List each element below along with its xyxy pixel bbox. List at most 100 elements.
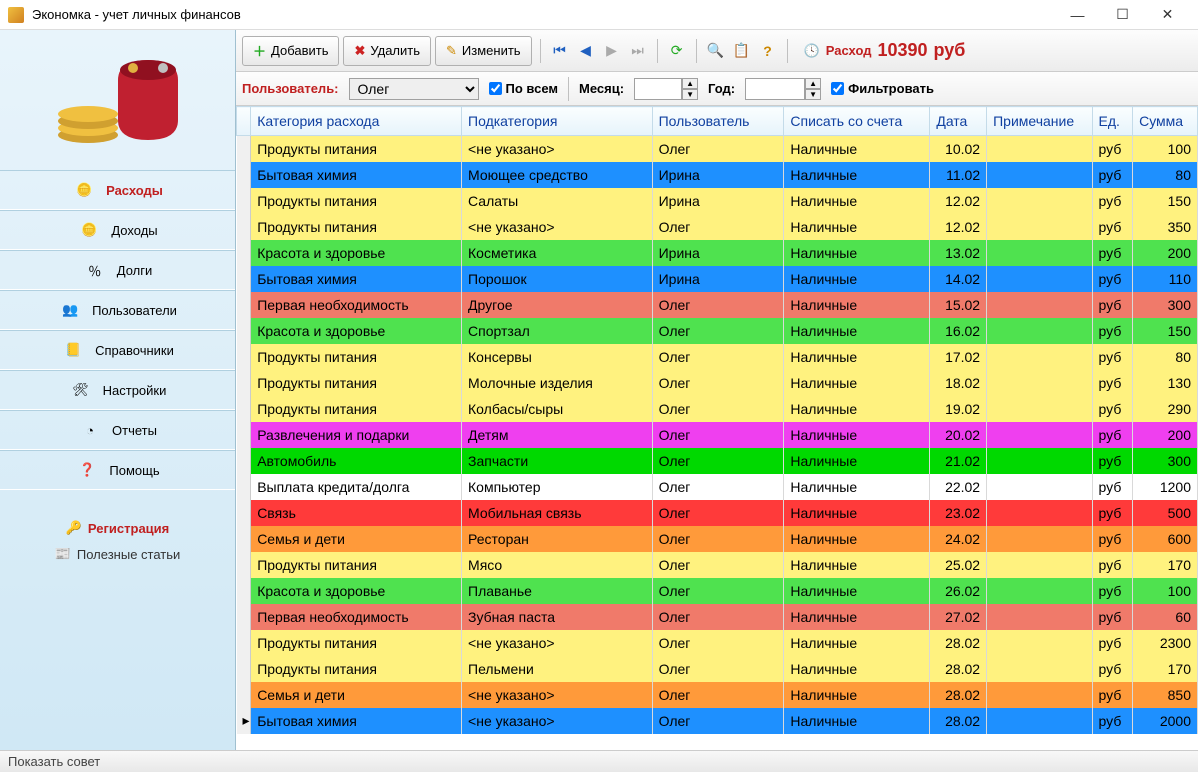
nav-first-button[interactable]: ⏮ (549, 40, 571, 62)
sidebar-item-4[interactable]: 📒Справочники (0, 330, 235, 370)
table-row[interactable]: ▸Бытовая химия<не указано>ОлегНаличные28… (237, 708, 1198, 734)
col-sub[interactable]: Подкатегория (462, 107, 653, 136)
row-marker (237, 318, 251, 344)
sidebar-item-5[interactable]: 🛠Настройки (0, 370, 235, 410)
cell-unit: руб (1092, 604, 1133, 630)
cell-user: Олег (652, 526, 784, 552)
help-icon-button[interactable]: ? (757, 40, 779, 62)
cell-user: Ирина (652, 266, 784, 292)
year-up[interactable]: ▲ (805, 78, 821, 89)
col-date[interactable]: Дата (930, 107, 987, 136)
add-button[interactable]: ＋Добавить (242, 36, 339, 66)
cell-sum: 80 (1133, 344, 1198, 370)
key-icon: 🔑 (66, 520, 82, 536)
user-select[interactable]: Олег (349, 78, 479, 100)
table-row[interactable]: Продукты питанияКолбасы/сырыОлегНаличные… (237, 396, 1198, 422)
table-row[interactable]: Продукты питания<не указано>ОлегНаличные… (237, 136, 1198, 162)
nav-prev-button[interactable]: ◀ (575, 40, 597, 62)
month-down[interactable]: ▼ (682, 89, 698, 100)
all-users-checkbox[interactable]: По всем (489, 81, 558, 96)
registration-link[interactable]: 🔑 Регистрация (66, 520, 170, 536)
sidebar-item-7[interactable]: ❓Помощь (0, 450, 235, 490)
cell-user: Олег (652, 344, 784, 370)
col-sum[interactable]: Сумма (1133, 107, 1198, 136)
cell-date: 13.02 (930, 240, 987, 266)
table-row[interactable]: Красота и здоровьеКосметикаИринаНаличные… (237, 240, 1198, 266)
cell-unit: руб (1092, 422, 1133, 448)
cell-sub: Колбасы/сыры (462, 396, 653, 422)
month-label: Месяц: (579, 81, 624, 96)
sidebar-item-2[interactable]: ％Долги (0, 250, 235, 290)
sidebar-item-0[interactable]: 🪙Расходы (0, 170, 235, 210)
month-up[interactable]: ▲ (682, 78, 698, 89)
cell-sum: 2000 (1133, 708, 1198, 734)
year-down[interactable]: ▼ (805, 89, 821, 100)
maximize-button[interactable]: ☐ (1100, 1, 1145, 29)
cell-user: Олег (652, 370, 784, 396)
col-user[interactable]: Пользователь (652, 107, 784, 136)
row-marker (237, 162, 251, 188)
table-row[interactable]: Продукты питания<не указано>ОлегНаличные… (237, 630, 1198, 656)
cell-date: 19.02 (930, 396, 987, 422)
table-row[interactable]: Семья и дети<не указано>ОлегНаличные28.0… (237, 682, 1198, 708)
col-note[interactable]: Примечание (987, 107, 1092, 136)
table-row[interactable]: Красота и здоровьеПлаваньеОлегНаличные26… (237, 578, 1198, 604)
cell-sum: 150 (1133, 188, 1198, 214)
cell-sub: Порошок (462, 266, 653, 292)
cell-category: Продукты питания (251, 656, 462, 682)
table-row[interactable]: Продукты питанияПельмениОлегНаличные28.0… (237, 656, 1198, 682)
app-logo (0, 30, 235, 170)
sidebar-item-3[interactable]: 👥Пользователи (0, 290, 235, 330)
articles-link[interactable]: 📰 Полезные статьи (55, 546, 181, 562)
refresh-button[interactable]: ⟳ (666, 40, 688, 62)
cell-account: Наличные (784, 708, 930, 734)
table-row[interactable]: Продукты питанияКонсервыОлегНаличные17.0… (237, 344, 1198, 370)
sidebar-item-1[interactable]: 🪙Доходы (0, 210, 235, 250)
minimize-button[interactable]: — (1055, 1, 1100, 29)
close-button[interactable]: ✕ (1145, 1, 1190, 29)
cell-sum: 850 (1133, 682, 1198, 708)
col-unit[interactable]: Ед. (1092, 107, 1133, 136)
cell-date: 27.02 (930, 604, 987, 630)
cell-category: Семья и дети (251, 682, 462, 708)
sidebar: 🪙Расходы🪙Доходы％Долги👥Пользователи📒Справ… (0, 30, 236, 750)
search-button[interactable]: 🔍 (705, 40, 727, 62)
table-row[interactable]: Семья и детиРесторанОлегНаличные24.02руб… (237, 526, 1198, 552)
row-marker (237, 604, 251, 630)
table-row[interactable]: Развлечения и подаркиДетямОлегНаличные20… (237, 422, 1198, 448)
delete-button[interactable]: ✖Удалить (343, 36, 431, 66)
cell-sum: 2300 (1133, 630, 1198, 656)
year-input[interactable] (745, 78, 805, 100)
col-category[interactable]: Категория расхода (251, 107, 462, 136)
cell-sub: <не указано> (462, 682, 653, 708)
col-marker[interactable] (237, 107, 251, 136)
sidebar-item-6[interactable]: ◔Отчеты (0, 410, 235, 450)
row-marker (237, 370, 251, 396)
edit-button[interactable]: ✎Изменить (435, 36, 532, 66)
cell-user: Олег (652, 500, 784, 526)
table-row[interactable]: Продукты питания<не указано>ОлегНаличные… (237, 214, 1198, 240)
table-row[interactable]: СвязьМобильная связьОлегНаличные23.02руб… (237, 500, 1198, 526)
table-row[interactable]: Продукты питанияМолочные изделияОлегНали… (237, 370, 1198, 396)
app-icon (8, 7, 24, 23)
table-row[interactable]: Продукты питанияСалатыИринаНаличные12.02… (237, 188, 1198, 214)
nav-next-button[interactable]: ▶ (601, 40, 623, 62)
month-input[interactable] (634, 78, 682, 100)
cell-category: Продукты питания (251, 214, 462, 240)
nav-last-button[interactable]: ⏭ (627, 40, 649, 62)
table-row[interactable]: Продукты питанияМясоОлегНаличные25.02руб… (237, 552, 1198, 578)
articles-label: Полезные статьи (77, 547, 180, 562)
table-row[interactable]: Первая необходимостьДругоеОлегНаличные15… (237, 292, 1198, 318)
table-row[interactable]: АвтомобильЗапчастиОлегНаличные21.02руб30… (237, 448, 1198, 474)
expense-table-wrap[interactable]: Категория расхода Подкатегория Пользоват… (236, 106, 1198, 750)
table-row[interactable]: Выплата кредита/долгаКомпьютерОлегНаличн… (237, 474, 1198, 500)
col-account[interactable]: Списать со счета (784, 107, 930, 136)
cell-sub: Компьютер (462, 474, 653, 500)
copy-button[interactable]: 📋 (731, 40, 753, 62)
filter-checkbox[interactable]: Фильтровать (831, 81, 934, 96)
table-row[interactable]: Красота и здоровьеСпортзалОлегНаличные16… (237, 318, 1198, 344)
table-row[interactable]: Первая необходимостьЗубная пастаОлегНали… (237, 604, 1198, 630)
table-row[interactable]: Бытовая химияПорошокИринаНаличные14.02ру… (237, 266, 1198, 292)
cell-date: 28.02 (930, 708, 987, 734)
table-row[interactable]: Бытовая химияМоющее средствоИринаНаличны… (237, 162, 1198, 188)
